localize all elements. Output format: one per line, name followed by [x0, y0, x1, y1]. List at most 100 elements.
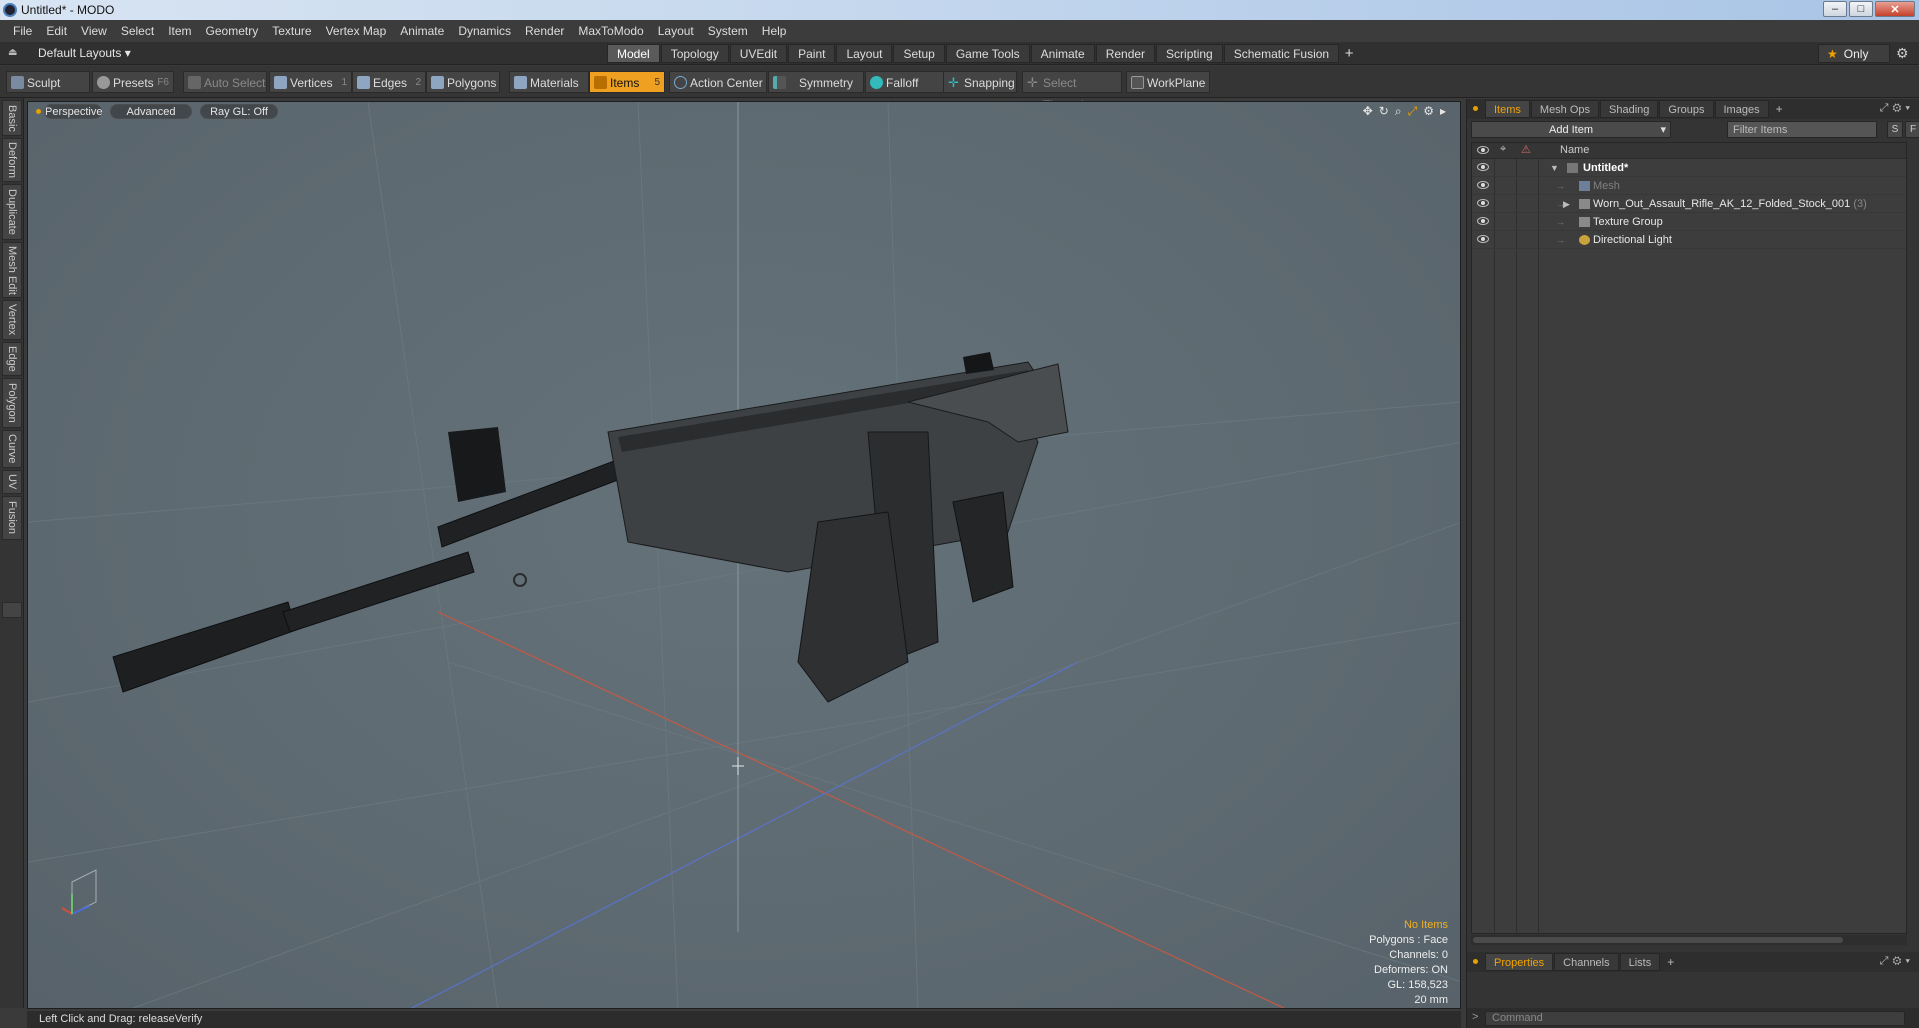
view-type-selector[interactable]: Perspective	[44, 104, 102, 119]
side-tab-edge[interactable]: Edge	[2, 342, 22, 376]
properties-menu-dot[interactable]	[1473, 959, 1478, 964]
filter-items-input[interactable]: Filter Items	[1727, 121, 1877, 138]
materials-button[interactable]: Materials	[509, 71, 589, 93]
s-button[interactable]: S	[1887, 121, 1903, 138]
list-item[interactable]: → Directional Light	[1472, 231, 1906, 249]
menu-layout[interactable]: Layout	[651, 24, 701, 38]
symmetry-button[interactable]: Symmetry	[768, 71, 864, 93]
menu-select[interactable]: Select	[114, 24, 161, 38]
viewport-expand-icon[interactable]: ▸	[1440, 104, 1446, 119]
side-tab-deform[interactable]: Deform	[2, 138, 22, 182]
add-panel-tab-button[interactable]: +	[1770, 102, 1789, 116]
vertices-button[interactable]: Vertices 1	[269, 71, 352, 93]
list-item[interactable]: ▼ Untitled*	[1472, 159, 1906, 177]
expand-arrow-icon[interactable]: ▶	[1563, 195, 1570, 213]
presets-button[interactable]: Presets F6	[92, 71, 174, 93]
layout-eject-icon[interactable]: ⏏	[8, 47, 20, 59]
tab-render[interactable]: Render	[1095, 44, 1156, 63]
viewport-menu-dot[interactable]	[36, 109, 41, 114]
menu-render[interactable]: Render	[518, 24, 571, 38]
properties-options-icon[interactable]: ⤢⚙▾	[1880, 955, 1914, 968]
eye-icon[interactable]	[1477, 235, 1489, 243]
panel-options-icon[interactable]: ⤢⚙▾	[1880, 102, 1914, 115]
tab-channels[interactable]: Channels	[1554, 953, 1619, 971]
item-list-scrollbar[interactable]	[1471, 935, 1907, 945]
layout-selector[interactable]: Default Layouts ▾	[38, 46, 131, 60]
tab-scripting[interactable]: Scripting	[1156, 44, 1223, 63]
f-button[interactable]: F	[1905, 121, 1919, 138]
select-through-button[interactable]: ✛Select Through	[1022, 71, 1122, 112]
3d-viewport[interactable]: Perspective Advanced Ray GL: Off ✥ ↻ ⌕ ⤢…	[27, 101, 1461, 1009]
tab-images[interactable]: Images	[1714, 100, 1769, 118]
edges-button[interactable]: Edges 2	[352, 71, 426, 93]
add-item-button[interactable]: Add Item ▾	[1471, 121, 1671, 138]
falloff-button[interactable]: Falloff	[865, 71, 947, 93]
menu-view[interactable]: View	[74, 24, 114, 38]
side-tab-mesh-edit[interactable]: Mesh Edit	[2, 242, 22, 298]
menu-file[interactable]: File	[6, 24, 39, 38]
minimize-button[interactable]: –	[1823, 1, 1847, 17]
eye-icon[interactable]	[1477, 163, 1489, 171]
eye-icon[interactable]	[1477, 199, 1489, 207]
collapse-arrow-icon[interactable]: ▼	[1550, 159, 1559, 177]
workplane-button[interactable]: WorkPlane	[1126, 71, 1210, 93]
menu-geometry[interactable]: Geometry	[199, 24, 266, 38]
rotate-icon[interactable]: ↻	[1379, 104, 1389, 119]
items-button[interactable]: Items 5	[589, 71, 665, 93]
tab-shading[interactable]: Shading	[1600, 100, 1659, 118]
menu-help[interactable]: Help	[755, 24, 794, 38]
maximize-button[interactable]: □	[1849, 1, 1873, 17]
tab-model[interactable]: Model	[607, 44, 660, 63]
tab-groups[interactable]: Groups	[1659, 100, 1714, 118]
fit-view-icon[interactable]: ⤢	[1408, 104, 1418, 119]
action-center-button[interactable]: Action Center	[669, 71, 767, 93]
eye-icon[interactable]	[1477, 181, 1489, 189]
side-tab-duplicate[interactable]: Duplicate	[2, 184, 22, 240]
menu-edit[interactable]: Edit	[39, 24, 74, 38]
menu-animate[interactable]: Animate	[393, 24, 451, 38]
pan-icon[interactable]: ✥	[1363, 104, 1373, 119]
viewport-settings-icon[interactable]: ⚙	[1423, 104, 1434, 119]
tab-setup[interactable]: Setup	[893, 44, 945, 63]
tab-layout[interactable]: Layout	[836, 44, 893, 63]
menu-dynamics[interactable]: Dynamics	[451, 24, 518, 38]
scrollbar-thumb[interactable]	[1473, 937, 1843, 943]
close-button[interactable]: ✕	[1875, 1, 1915, 17]
menu-maxtomodo[interactable]: MaxToModo	[571, 24, 650, 38]
side-tab-uv[interactable]: UV	[2, 470, 22, 494]
tab-animate[interactable]: Animate	[1030, 44, 1095, 63]
auto-select-button[interactable]: Auto Select	[183, 71, 267, 93]
add-tab-button[interactable]: +	[1340, 44, 1358, 63]
only-toggle[interactable]: ★ Only	[1818, 44, 1890, 63]
tab-properties[interactable]: Properties	[1485, 953, 1554, 971]
panel-menu-dot[interactable]	[1473, 106, 1478, 111]
tab-topology[interactable]: Topology	[660, 44, 729, 63]
eye-icon[interactable]	[1477, 217, 1489, 225]
menu-texture[interactable]: Texture	[265, 24, 318, 38]
side-tab-extra[interactable]	[2, 602, 22, 618]
list-item[interactable]: → ▶ Worn_Out_Assault_Rifle_AK_12_Folded_…	[1472, 195, 1906, 213]
list-item[interactable]: → Texture Group	[1472, 213, 1906, 231]
menu-system[interactable]: System	[701, 24, 755, 38]
shading-mode-selector[interactable]: Advanced	[110, 104, 192, 119]
zoom-icon[interactable]: ⌕	[1395, 104, 1402, 119]
list-item[interactable]: → Mesh	[1472, 177, 1906, 195]
side-tab-vertex[interactable]: Vertex	[2, 300, 22, 340]
tab-paint[interactable]: Paint	[788, 44, 836, 63]
add-properties-tab-button[interactable]: +	[1661, 955, 1680, 969]
name-column-header[interactable]: Name	[1560, 144, 1589, 156]
side-tab-basic[interactable]: Basic	[2, 100, 22, 136]
side-tab-curve[interactable]: Curve	[2, 430, 22, 468]
command-input[interactable]: Command	[1485, 1011, 1905, 1026]
gear-icon[interactable]: ⚙	[1896, 45, 1909, 62]
tab-game-tools[interactable]: Game Tools	[945, 44, 1030, 63]
raygl-toggle[interactable]: Ray GL: Off	[200, 104, 278, 119]
menu-item[interactable]: Item	[161, 24, 198, 38]
tab-items[interactable]: Items	[1485, 100, 1530, 118]
snapping-button[interactable]: ✛ Snapping	[943, 71, 1017, 93]
tab-mesh-ops[interactable]: Mesh Ops	[1530, 100, 1600, 118]
side-tab-polygon[interactable]: Polygon	[2, 378, 22, 428]
tab-schematic-fusion[interactable]: Schematic Fusion	[1223, 44, 1340, 63]
tab-lists[interactable]: Lists	[1619, 953, 1661, 971]
side-tab-fusion[interactable]: Fusion	[2, 496, 22, 540]
